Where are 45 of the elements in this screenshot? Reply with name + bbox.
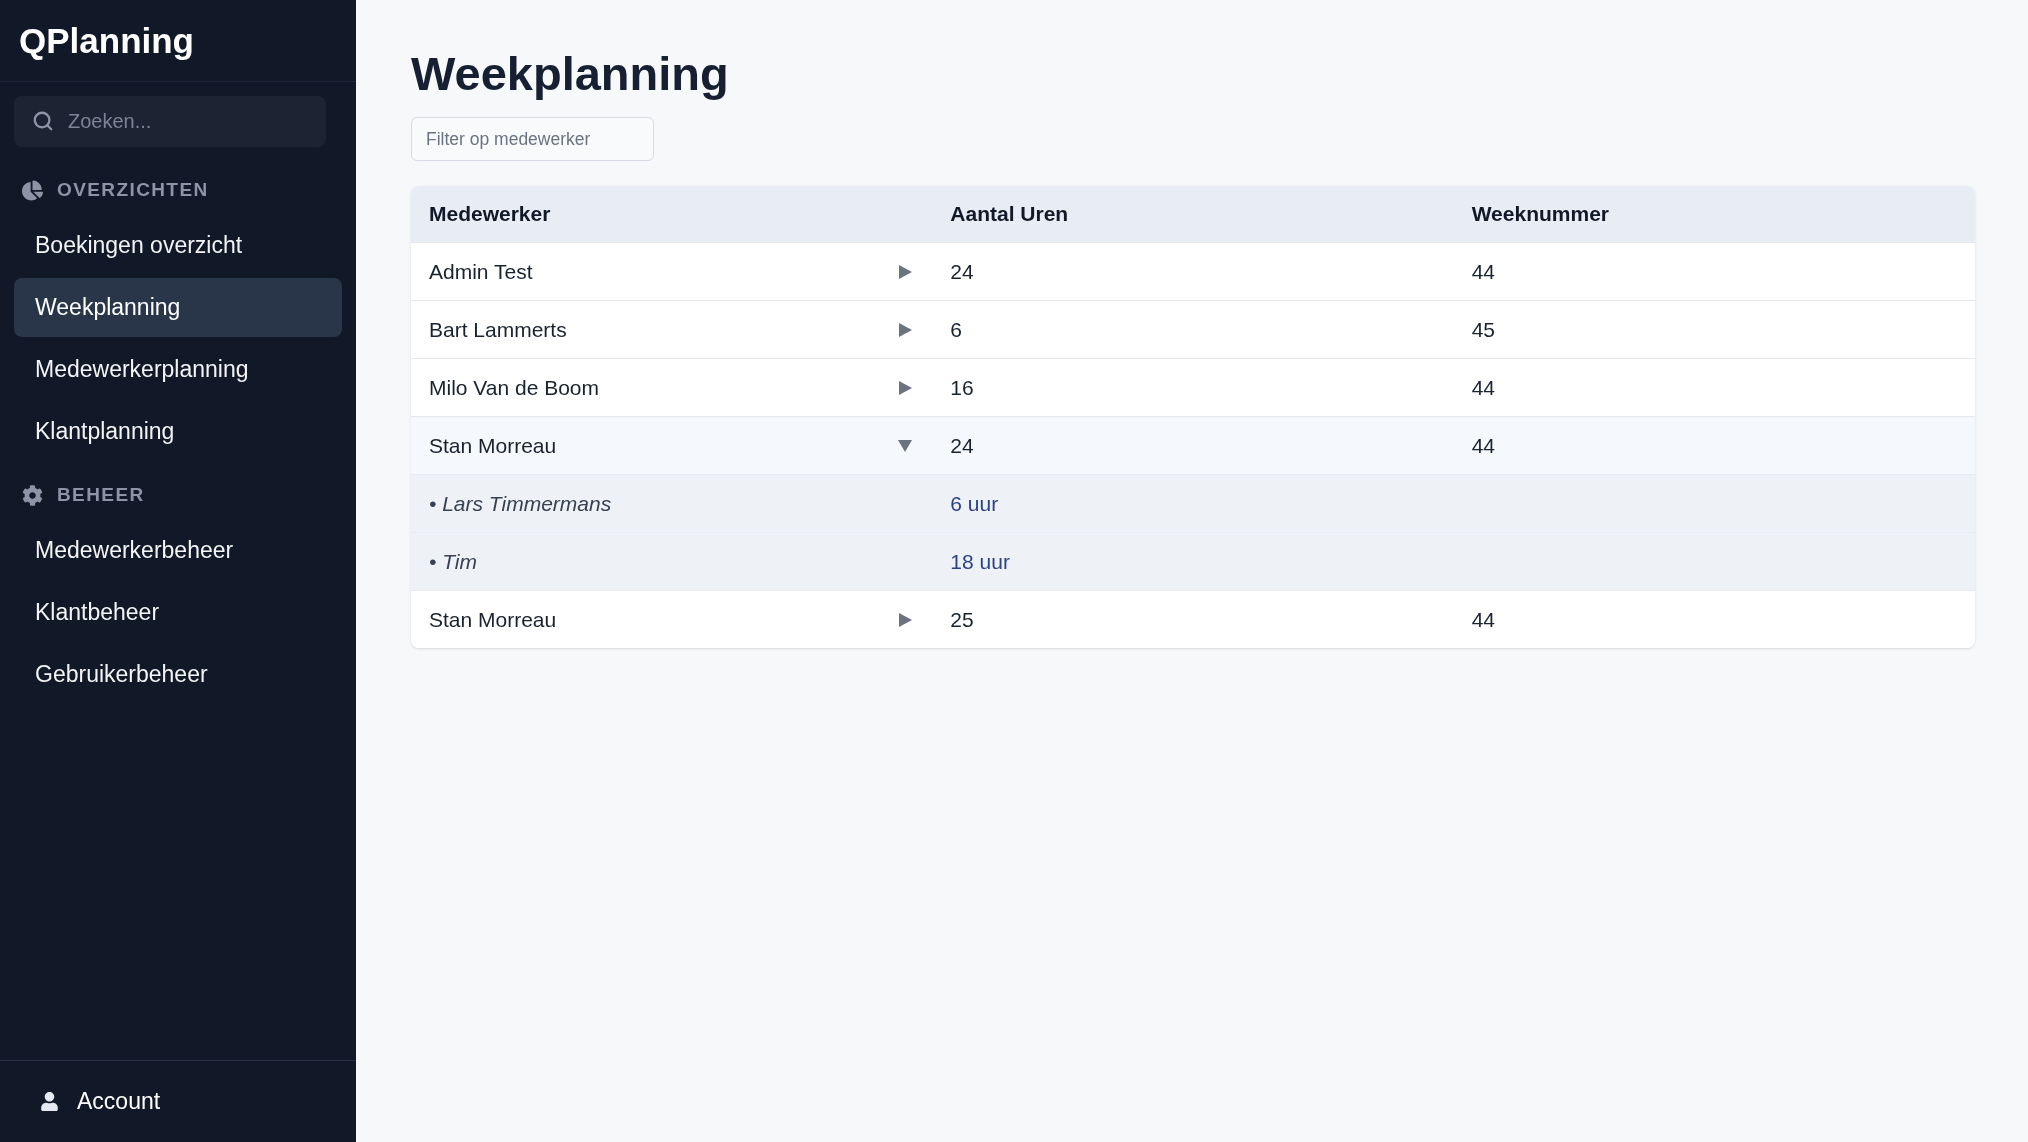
table-cell-text: 44: [1471, 258, 1495, 285]
search-icon: [32, 110, 54, 132]
caret-icon[interactable]: [898, 322, 913, 337]
table-cell-text: Stan Morreau: [429, 606, 557, 633]
table-cell-text: Bart Lammerts: [429, 316, 567, 343]
nav-item[interactable]: Klantbeheer: [14, 583, 342, 642]
page-title: Weekplanning: [411, 47, 729, 101]
column-header: Weeknummer: [1471, 201, 1609, 228]
caret-icon[interactable]: [898, 380, 913, 395]
nav-item[interactable]: Klantplanning: [14, 402, 342, 461]
column-header: Aantal Uren: [950, 201, 1069, 228]
table-cell-text: 44: [1471, 374, 1495, 401]
nav-item[interactable]: Gebruikerbeheer: [14, 645, 342, 704]
table-cell-text: 16: [950, 374, 974, 401]
pie-chart-icon: [22, 179, 43, 201]
section-heading: BEHEER: [57, 482, 145, 507]
table-cell-text: 44: [1471, 432, 1495, 459]
table-cell-text: Admin Test: [429, 258, 533, 285]
caret-icon[interactable]: [898, 612, 913, 627]
table-cell-text: 44: [1471, 606, 1495, 633]
nav-item[interactable]: Boekingen overzicht: [14, 216, 342, 275]
table-cell-text: Milo Van de Boom: [429, 374, 600, 401]
table-cell-text: • Lars Timmermans: [429, 490, 612, 517]
nav-item[interactable]: Medewerkerbeheer: [14, 521, 342, 580]
table-cell-text: 18 uur: [950, 548, 1010, 575]
account-link[interactable]: Account: [77, 1084, 161, 1119]
user-icon: [40, 1092, 59, 1111]
nav-item[interactable]: Weekplanning: [14, 278, 342, 337]
filter-field[interactable]: Filter op medewerker: [411, 117, 654, 161]
table-cell-text: 45: [1471, 316, 1495, 343]
gear-icon: [22, 484, 43, 506]
caret-icon[interactable]: [898, 264, 913, 279]
table-cell-text: 6 uur: [950, 490, 999, 517]
table-cell-text: 24: [950, 258, 974, 285]
column-header: Medewerker: [429, 201, 551, 228]
section-heading: OVERZICHTEN: [57, 177, 209, 202]
table-cell-text: Stan Morreau: [429, 432, 557, 459]
nav-item[interactable]: Medewerkerplanning: [14, 340, 342, 399]
search-field[interactable]: Zoeken...: [14, 96, 326, 147]
table-cell-text: 25: [950, 606, 974, 633]
table-cell-text: 24: [950, 432, 974, 459]
table-cell-text: • Tim: [429, 548, 477, 575]
table-cell-text: 6: [950, 316, 962, 343]
caret-icon[interactable]: [898, 438, 913, 453]
app-logo: QPlanning: [19, 20, 194, 61]
